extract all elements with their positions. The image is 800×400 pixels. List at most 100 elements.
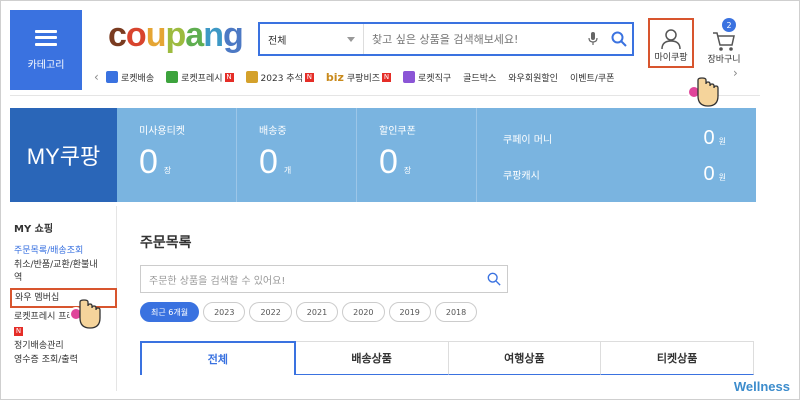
period-chip[interactable]: 2022 [249,302,292,322]
cart-count-badge: 2 [722,18,736,32]
coupay-money-row[interactable]: 쿠페이 머니 0원 [503,120,726,156]
mypage-button[interactable]: 마이쿠팡 [648,18,694,68]
quick-link-label: 이벤트/쿠폰 [569,73,615,84]
pointer-hand-icon [69,299,101,329]
global-icon [403,71,416,83]
logo-letter: p [165,16,186,54]
category-label: 카테고리 [27,59,65,71]
logo-letter: o [125,16,147,54]
quick-link-label: 쿠팡비즈 [346,73,381,84]
search-bar: 전체 [258,22,634,56]
logo-letter: a [185,16,204,54]
biz-icon: biz [325,70,344,84]
money-value: 0 [703,126,715,149]
period-chip[interactable]: 최근 6개월 [140,302,200,322]
logo-letter: u [145,16,167,54]
stat-unused-tickets[interactable]: 미사용티켓 0장 [117,108,237,202]
period-chip[interactable]: 2018 [434,302,478,322]
period-chip[interactable]: 2020 [342,302,385,322]
watermark: Wellness [733,379,790,394]
stat-unit: 개 [283,166,292,175]
pointer-hand-icon [687,77,719,107]
new-badge: N [224,72,234,82]
page-title: 주문목록 [140,235,192,251]
rocket-fresh-icon [166,71,179,83]
order-tab[interactable]: 티켓상품 [601,341,754,375]
sidebar-item-receipt[interactable]: 영수증 조회/출력 [14,354,116,367]
sidebar-heading: MY 쇼핑 [14,224,54,235]
quick-link[interactable]: 로켓프레시 N [166,71,234,84]
sidebar-item-returns[interactable]: 취소/반품/교환/환불내역 [14,259,104,285]
cart-label: 장바구니 [707,55,741,65]
stat-label: 배송중 [259,126,287,137]
header-divider [10,95,760,96]
stat-label: 할인쿠폰 [379,126,416,137]
chuseok-icon [245,71,258,83]
quick-link-label: 골드박스 [463,73,497,84]
order-tab[interactable]: 전체 [140,341,296,375]
money-label: 쿠팡캐시 [503,170,540,182]
quick-link[interactable]: biz 쿠팡비즈 N [325,70,392,84]
rocket-icon [106,71,118,83]
order-tabs: 전체 배송상품 여행상품 티켓상품 [140,341,754,375]
stat-value: 0 [139,143,158,181]
money-unit: 원 [718,172,726,182]
chevron-right-icon[interactable]: › [733,66,738,80]
period-chip[interactable]: 2023 [203,302,246,322]
order-search-input[interactable]: 주문한 상품을 검색할 수 있어요! [140,265,508,293]
search-scope-select[interactable]: 전체 [260,24,364,54]
order-tab[interactable]: 여행상품 [448,341,602,375]
stat-unit: 장 [403,166,412,175]
money-panel: 쿠페이 머니 0원 쿠팡캐시 0원 [477,108,756,202]
hamburger-icon [35,29,57,46]
quick-link-label: 와우회원할인 [508,73,558,84]
my-coupang-banner: MY쿠팡 미사용티켓 0장 배송중 0개 할인쿠폰 0장 쿠페이 머니 0원 쿠… [10,108,756,202]
logo-letter: g [222,16,244,54]
search-input[interactable] [364,24,580,54]
sidebar-item-subscription[interactable]: 정기배송관리 [14,340,116,353]
quick-link[interactable]: 로켓배송 [106,71,154,84]
logo-letter: n [203,16,224,54]
cart-button[interactable]: 2 장바구니 [702,18,746,68]
period-chip[interactable]: 2019 [388,302,431,322]
search-icon[interactable] [606,24,632,54]
quick-link-label: 로켓배송 [121,73,155,84]
stat-coupons[interactable]: 할인쿠폰 0장 [357,108,477,202]
coupang-cash-row[interactable]: 쿠팡캐시 0원 [503,156,726,192]
quick-link-label: 2023 추석 [260,73,303,84]
search-icon[interactable] [481,272,507,286]
stat-unit: 장 [163,166,172,175]
quick-link[interactable]: 로켓직구 [403,71,451,84]
stat-value: 0 [259,143,278,181]
money-value: 0 [703,162,715,185]
stat-label: 미사용티켓 [139,126,185,137]
order-tab[interactable]: 배송상품 [295,341,449,375]
quick-link-label: 로켓직구 [418,73,452,84]
chevron-left-icon[interactable]: ‹ [94,70,106,84]
sidebar-item-orders[interactable]: 주문목록/배송조회 [14,245,116,258]
category-button[interactable]: 카테고리 [10,10,82,90]
mypage-label: 마이쿠팡 [654,53,688,63]
quick-link[interactable]: 이벤트/쿠폰 [570,71,614,84]
microphone-icon[interactable] [580,24,606,54]
quick-link[interactable]: 2023 추석 N [245,71,314,84]
quick-link[interactable]: 와우회원할인 [508,71,558,84]
chevron-down-icon [347,36,355,42]
new-badge: N [304,72,314,82]
cart-icon [713,32,735,51]
user-icon [661,29,681,50]
new-badge: N [382,72,392,82]
money-label: 쿠페이 머니 [503,134,553,146]
money-unit: 원 [718,136,726,146]
period-chip[interactable]: 2021 [295,302,339,322]
coupang-logo[interactable]: coupang [108,16,244,55]
logo-letter: c [108,16,127,54]
quick-link[interactable]: 골드박스 [463,71,496,84]
stat-value: 0 [379,143,398,181]
quick-link-label: 로켓프레시 [181,73,223,84]
quick-links-bar: ‹ 로켓배송 로켓프레시 N 2023 추석 Nbiz 쿠팡비즈 N 로켓직구 골드박스 와우회원… [94,66,746,88]
sidebar-item-label: 와우 멤버십 [15,292,60,303]
search-scope-value: 전체 [268,35,287,47]
period-filter-chips: 최근 6개월 2023 2022 2021 2020 2019 2018 [140,302,481,322]
stat-in-delivery[interactable]: 배송중 0개 [237,108,357,202]
